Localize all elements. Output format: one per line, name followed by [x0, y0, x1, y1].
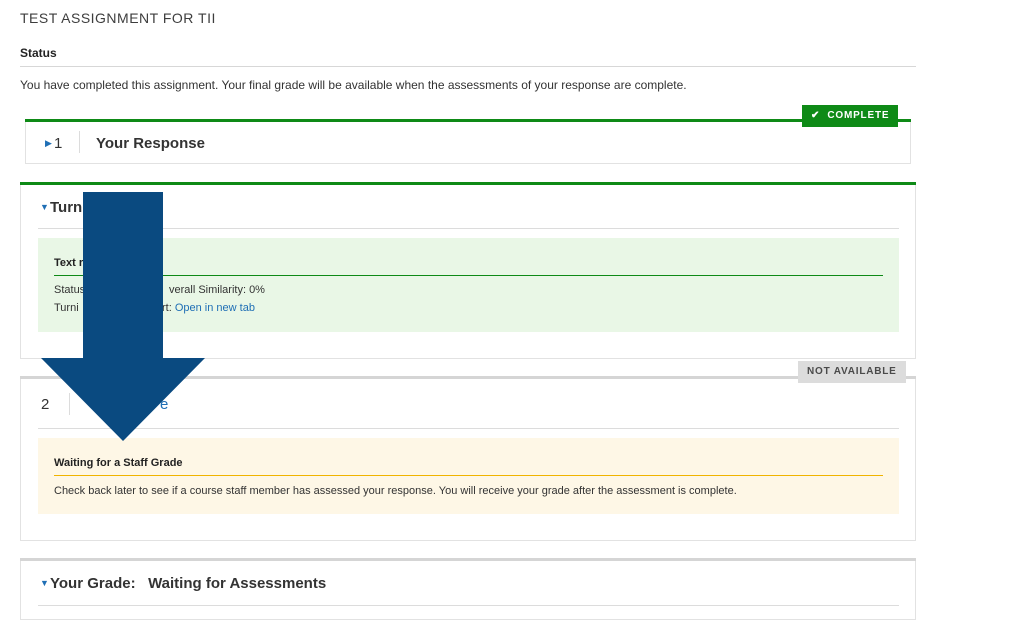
check-icon: ✔: [811, 110, 821, 121]
step2-title[interactable]: e: [160, 396, 168, 413]
step2-topbar: [20, 376, 916, 379]
step2-number: 2: [41, 396, 50, 413]
turnitin-box-label: Text r: [54, 257, 84, 269]
caret-icon[interactable]: ▼: [40, 578, 49, 588]
caret-icon[interactable]: ▼: [40, 202, 49, 212]
turnitin-similarity: verall Similarity: 0%: [169, 284, 265, 296]
complete-badge: ✔ COMPLETE: [802, 105, 899, 127]
assignment-title: TEST ASSIGNMENT FOR TII: [20, 10, 216, 26]
step-divider: [69, 393, 70, 415]
turnitin-title[interactable]: Turn: [50, 199, 82, 216]
turnitin-header-rule: [38, 228, 899, 229]
turnitin-status-label: Status: [54, 284, 86, 296]
step1-title[interactable]: Your Response: [96, 135, 205, 152]
grade-title[interactable]: Your Grade: Waiting for Assessments: [50, 575, 326, 592]
status-divider: [20, 66, 916, 67]
step1-topbar: [25, 119, 911, 122]
staff-grade-label: Waiting for a Staff Grade: [54, 457, 183, 469]
staff-grade-message: Check back later to see if a course staf…: [54, 485, 737, 497]
grade-header-rule: [38, 605, 899, 606]
step-divider: [79, 131, 80, 153]
caret-icon[interactable]: ▶: [45, 138, 52, 149]
turnitin-box-rule: [54, 275, 883, 276]
status-heading: Status: [20, 46, 57, 60]
grade-topbar: [20, 558, 916, 561]
turnitin-report-label: Turni: [54, 302, 79, 314]
turnitin-topbar: [20, 182, 916, 185]
staff-grade-box: [38, 438, 899, 514]
step1-number: 1: [54, 135, 63, 152]
staff-grade-rule: [54, 475, 883, 476]
step2-header-rule: [38, 428, 899, 429]
turnitin-report-suffix: rt:: [162, 302, 175, 314]
open-in-new-tab-link[interactable]: Open in new tab: [175, 302, 255, 314]
turnitin-result-box: [38, 238, 899, 332]
not-available-badge: NOT AVAILABLE: [798, 361, 906, 383]
status-message: You have completed this assignment. Your…: [20, 78, 687, 92]
